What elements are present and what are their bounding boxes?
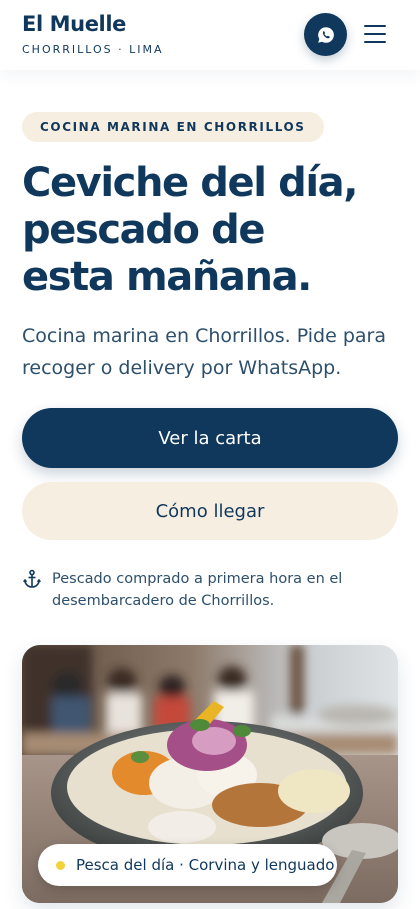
- badge-text: Pesca del día · Corvina y lenguado: [76, 856, 335, 874]
- status-dot: [56, 860, 65, 870]
- brand-name[interactable]: El Muelle: [22, 12, 126, 36]
- sourcing-note: Pescado comprado a primera hora en el de…: [52, 571, 343, 609]
- hamburger-menu-icon: [364, 25, 386, 27]
- headline-line: esta mañana.: [22, 254, 312, 300]
- hamburger-menu-line: [364, 41, 386, 43]
- eyebrow-badge: COCINA MARINA EN CHORRILLOS: [22, 112, 324, 142]
- menu-button[interactable]: [362, 22, 388, 46]
- hero-lead: Cocina marina en Chorrillos. Pide para r…: [22, 325, 387, 379]
- directions-button[interactable]: Cómo llegar: [22, 482, 398, 540]
- brand-location: CHORRILLOS · LIMA: [22, 43, 164, 56]
- catch-of-the-day-badge: Pesca del día · Corvina y lenguado: [38, 844, 337, 886]
- view-menu-button[interactable]: Ver la carta: [22, 408, 398, 468]
- hamburger-menu-line: [364, 33, 386, 35]
- hero-headline: Ceviche del día, pescado de esta mañana.: [22, 160, 402, 301]
- anchor-icon: [23, 569, 41, 588]
- site-header: El Muelle CHORRILLOS · LIMA: [0, 0, 420, 70]
- headline-line: Ceviche del día,: [22, 160, 358, 206]
- whatsapp-button[interactable]: [304, 13, 347, 56]
- whatsapp-icon: [317, 26, 334, 43]
- headline-line: pescado de: [22, 207, 265, 253]
